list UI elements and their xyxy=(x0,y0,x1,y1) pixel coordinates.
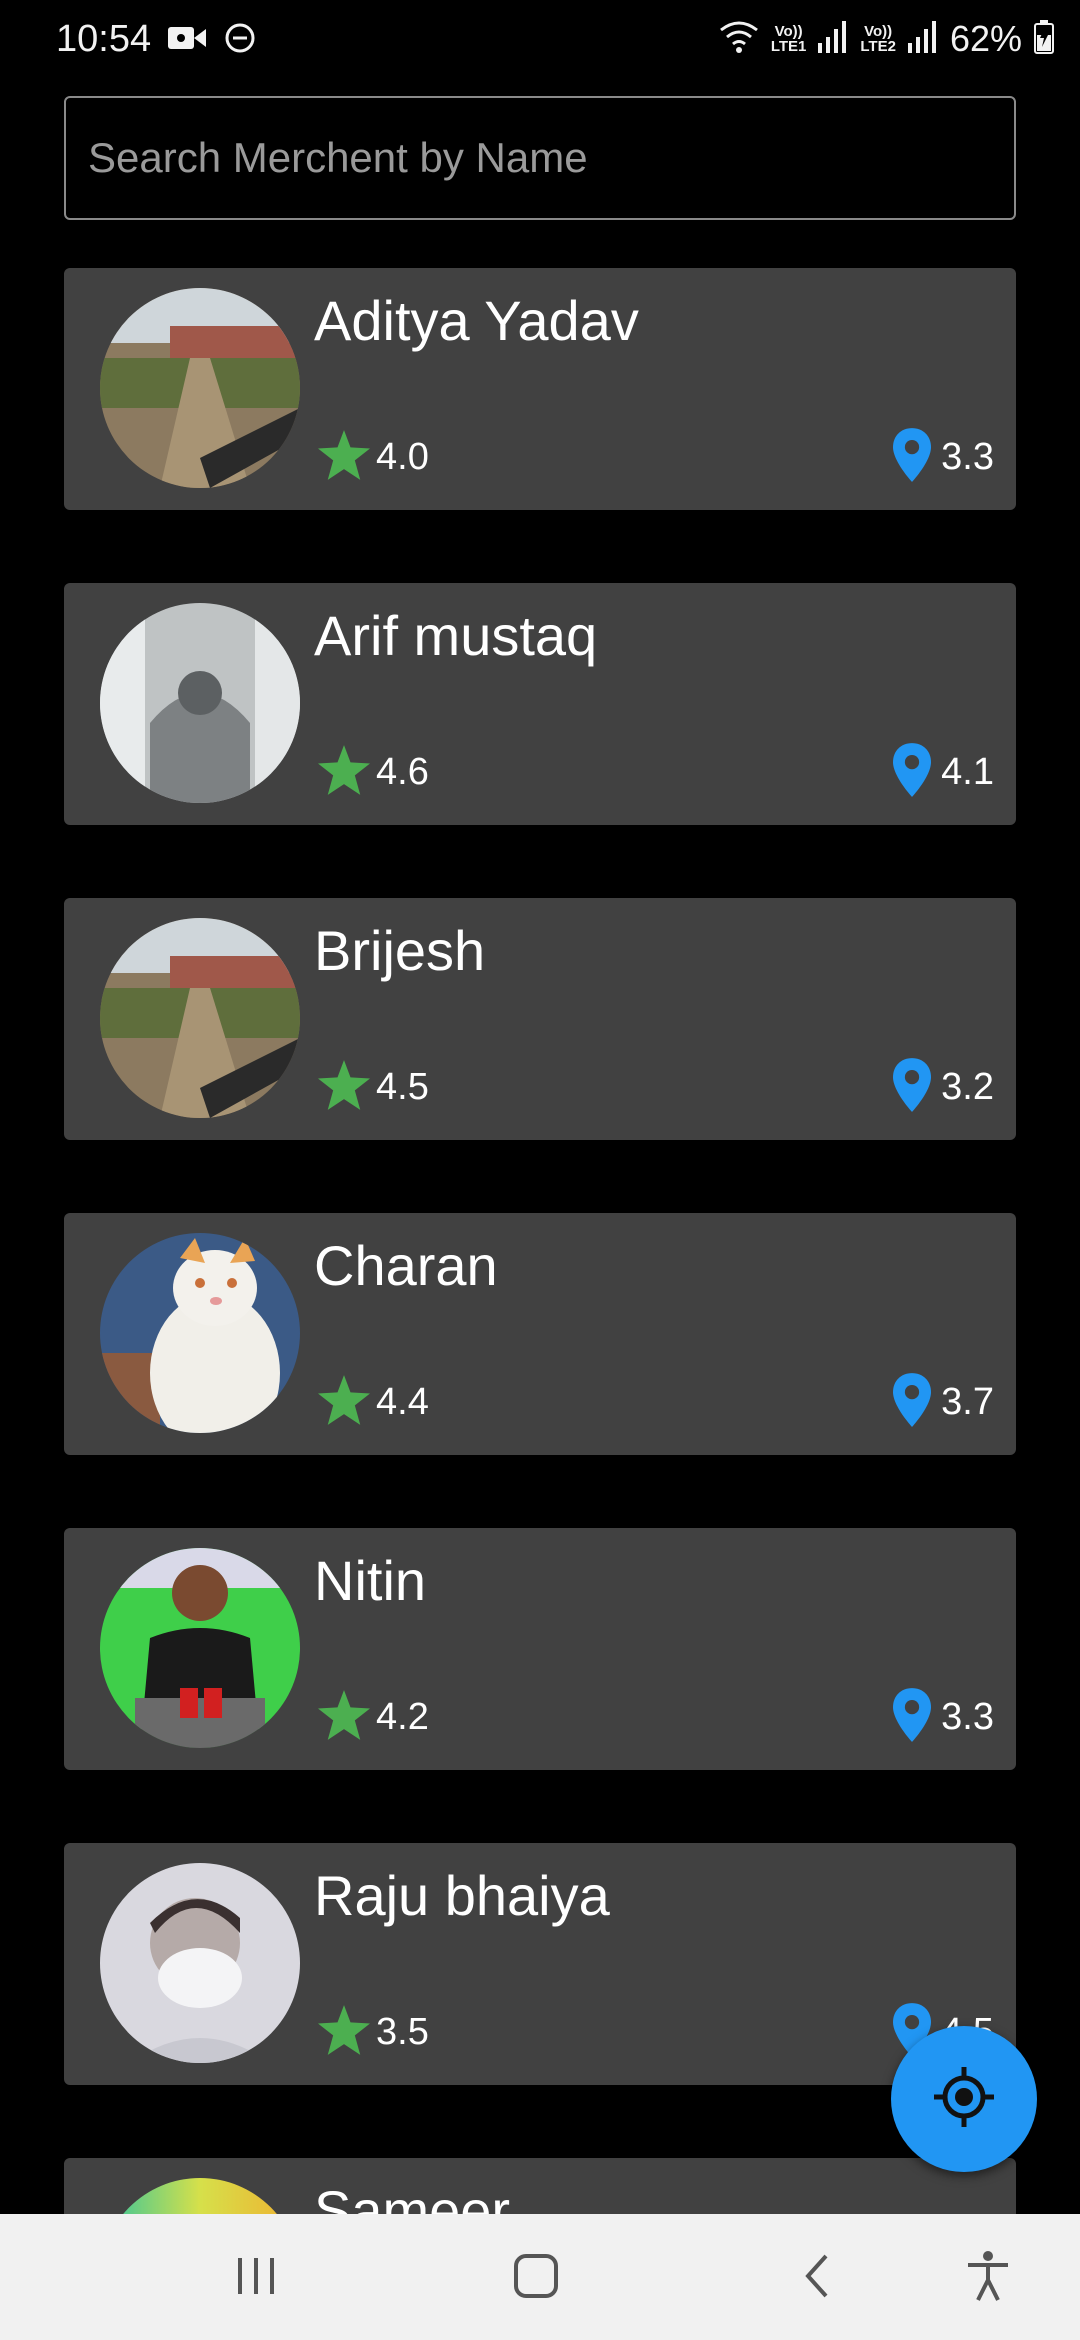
battery-percent: 62% xyxy=(949,18,1022,59)
merchant-card[interactable]: Sameer xyxy=(64,2158,1016,2214)
merchant-avatar xyxy=(100,918,300,1118)
network-label-2: LTE2 xyxy=(860,38,896,55)
merchant-card[interactable]: Arif mustaq 4.6 4.1 xyxy=(64,583,1016,825)
merchant-rating: 4.5 xyxy=(318,1060,429,1115)
location-pin-icon xyxy=(893,1373,932,1432)
merchant-card[interactable]: Brijesh 4.5 3.2 xyxy=(64,898,1016,1140)
location-pin-icon xyxy=(893,1058,932,1117)
merchant-avatar xyxy=(100,1863,300,2063)
volte-label-1: Vo)) xyxy=(774,23,803,40)
distance-value: 4.1 xyxy=(941,751,994,793)
merchant-avatar xyxy=(100,2178,300,2214)
merchant-rating: 3.5 xyxy=(318,2005,429,2060)
merchant-distance: 3.3 xyxy=(893,428,994,487)
status-time: 10:54 xyxy=(56,18,152,60)
merchant-card[interactable]: Charan 4.4 3.7 xyxy=(64,1213,1016,1455)
rating-value: 3.5 xyxy=(376,2011,429,2053)
merchant-list[interactable]: Aditya Yadav 4.0 3.3 Arif mustaq 4.6 4.1… xyxy=(64,268,1016,2214)
merchant-name: Aditya Yadav xyxy=(314,289,639,352)
home-icon xyxy=(512,2252,560,2305)
distance-value: 3.2 xyxy=(941,1066,994,1108)
merchant-rating: 4.0 xyxy=(318,430,429,485)
distance-value: 3.3 xyxy=(941,1696,994,1738)
accessibility-button[interactable] xyxy=(948,2238,1028,2318)
merchant-name: Brijesh xyxy=(314,919,486,982)
merchant-card[interactable]: Raju bhaiya 3.5 4.5 xyxy=(64,1843,1016,2085)
merchant-avatar xyxy=(100,1233,300,1433)
merchant-distance: 3.3 xyxy=(893,1688,994,1747)
battery-icon xyxy=(1034,19,1054,59)
location-pin-icon xyxy=(893,1688,932,1747)
navigation-bar xyxy=(0,2214,1080,2340)
merchant-avatar xyxy=(100,603,300,803)
merchant-distance: 4.1 xyxy=(893,743,994,802)
merchant-name: Arif mustaq xyxy=(314,604,598,667)
back-icon xyxy=(798,2252,838,2305)
merchant-name: Charan xyxy=(314,1234,498,1297)
merchant-card[interactable]: Aditya Yadav 4.0 3.3 xyxy=(64,268,1016,510)
accessibility-icon xyxy=(964,2250,1012,2307)
rating-value: 4.5 xyxy=(376,1066,429,1108)
volte-label-2: Vo)) xyxy=(864,23,893,40)
star-icon xyxy=(318,1375,370,1430)
location-pin-icon xyxy=(893,743,932,802)
merchant-avatar xyxy=(100,288,300,488)
status-bar: 10:54 Vo)) LTE1 Vo)) LTE2 62% xyxy=(0,0,1080,86)
rating-value: 4.6 xyxy=(376,751,429,793)
merchant-rating: 4.6 xyxy=(318,745,429,800)
merchant-rating: 4.2 xyxy=(318,1690,429,1745)
recent-apps-icon xyxy=(234,2256,278,2301)
video-camera-icon xyxy=(168,25,206,56)
merchant-name: Sameer xyxy=(314,2179,511,2214)
distance-value: 3.7 xyxy=(941,1381,994,1423)
merchant-avatar xyxy=(100,1548,300,1748)
location-pin-icon xyxy=(893,428,932,487)
my-location-icon xyxy=(932,2065,996,2134)
merchant-rating: 4.4 xyxy=(318,1375,429,1430)
rating-value: 4.0 xyxy=(376,436,429,478)
back-button[interactable] xyxy=(778,2238,858,2318)
star-icon xyxy=(318,1060,370,1115)
distance-value: 3.3 xyxy=(941,436,994,478)
rating-value: 4.2 xyxy=(376,1696,429,1738)
star-icon xyxy=(318,2005,370,2060)
merchant-distance: 3.7 xyxy=(893,1373,994,1432)
signal-icon-2 xyxy=(907,20,938,58)
merchant-card[interactable]: Nitin 4.2 3.3 xyxy=(64,1528,1016,1770)
rating-value: 4.4 xyxy=(376,1381,429,1423)
do-not-disturb-icon xyxy=(224,22,256,59)
star-icon xyxy=(318,1690,370,1745)
home-button[interactable] xyxy=(496,2238,576,2318)
search-input[interactable] xyxy=(86,133,1014,183)
search-box[interactable] xyxy=(64,96,1016,220)
network-label-1: LTE1 xyxy=(770,38,807,55)
my-location-button[interactable] xyxy=(891,2026,1037,2172)
star-icon xyxy=(318,430,370,485)
signal-icon-1 xyxy=(818,20,848,58)
star-icon xyxy=(318,745,370,800)
merchant-name: Raju bhaiya xyxy=(314,1864,610,1927)
recent-apps-button[interactable] xyxy=(216,2238,296,2318)
merchant-name: Nitin xyxy=(314,1549,427,1612)
wifi-icon xyxy=(719,20,759,59)
merchant-distance: 3.2 xyxy=(893,1058,994,1117)
